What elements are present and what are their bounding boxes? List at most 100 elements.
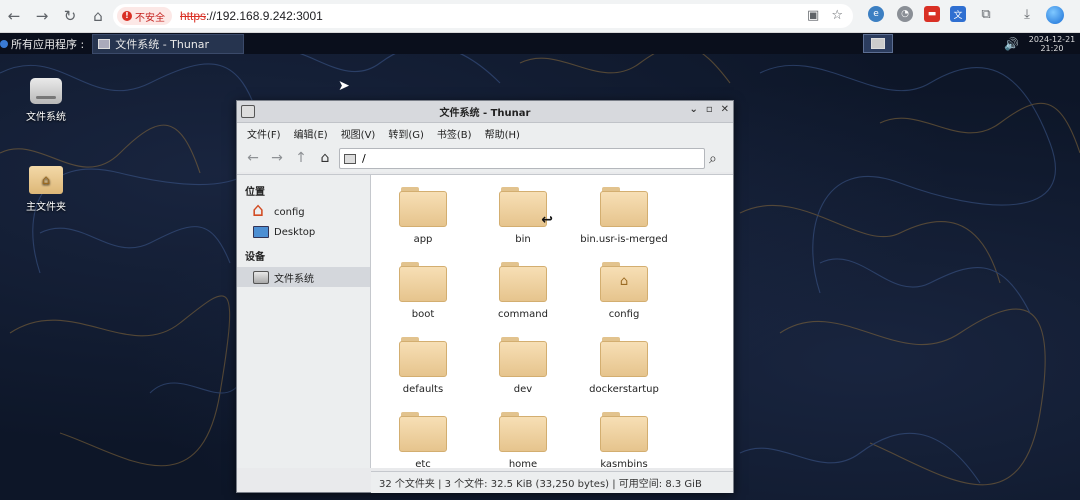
file-item-boot[interactable]: boot <box>373 262 473 320</box>
file-name: defaults <box>402 384 444 395</box>
window-titlebar[interactable]: 文件系统 - Thunar ⌄ ▫ ✕ <box>237 101 733 123</box>
file-item-bin[interactable]: ↩ bin <box>473 187 573 245</box>
home-icon[interactable]: ⌂ <box>84 2 112 30</box>
devices-heading: 设备 <box>245 252 265 263</box>
sidebar-item-label: 文件系统 <box>274 273 314 285</box>
file-name: config <box>608 309 640 320</box>
warning-icon: ! <box>122 11 132 21</box>
menu-logo-icon <box>0 39 8 48</box>
up-arrow-icon[interactable]: ↑ <box>293 150 309 166</box>
file-name: dockerstartup <box>589 384 659 395</box>
folder-icon <box>399 337 447 377</box>
file-view: app ↩ bin bin.usr-is-merged boot command… <box>371 175 733 468</box>
profile-avatar[interactable] <box>1046 6 1064 24</box>
file-item-kasmbins[interactable]: kasmbins <box>574 412 674 468</box>
forward-arrow-icon[interactable]: → <box>269 150 285 166</box>
file-name: command <box>498 309 548 320</box>
extensions-puzzle-icon[interactable]: ⧉ <box>978 6 994 22</box>
clock-date: 2024-12-21 <box>1028 35 1076 44</box>
taskbar: 所有应用程序 : 文件系统 - Thunar 🔊 2024-12-21 21:2… <box>0 33 1080 54</box>
file-item-bin-usr-is-merged[interactable]: bin.usr-is-merged <box>574 187 674 245</box>
folder-icon <box>499 262 547 302</box>
address-bar[interactable]: ! 不安全 https://192.168.9.242:3001 ▣ ☆ <box>113 4 853 28</box>
taskbar-window-title: 文件系统 - Thunar <box>115 37 210 51</box>
home-folder-icon: ⌂ <box>29 166 63 194</box>
taskbar-window-button[interactable]: 文件系统 - Thunar <box>92 33 245 54</box>
desktop-icon-label: 主文件夹 <box>26 202 66 213</box>
close-icon[interactable]: ✕ <box>721 104 729 115</box>
file-name: app <box>413 234 433 245</box>
security-badge[interactable]: ! 不安全 <box>117 7 172 25</box>
file-item-etc[interactable]: etc <box>373 412 473 468</box>
back-arrow-icon[interactable]: ← <box>245 150 261 166</box>
file-item-home[interactable]: home <box>473 412 573 468</box>
volume-icon[interactable]: 🔊 <box>1004 37 1019 51</box>
file-item-config[interactable]: ⌂ config <box>574 262 674 320</box>
home-icon[interactable]: ⌂ <box>317 150 333 166</box>
maximize-icon[interactable]: ▫ <box>706 104 713 115</box>
file-name: etc <box>415 459 431 468</box>
desktop-icon-home[interactable]: ⌂ 主文件夹 <box>16 166 76 213</box>
security-label: 不安全 <box>135 12 165 24</box>
folder-icon <box>600 187 648 227</box>
menu-file[interactable]: 文件(F) <box>247 126 281 141</box>
home-icon <box>252 199 269 221</box>
clock-time: 21:20 <box>1040 44 1064 53</box>
reload-icon[interactable]: ↻ <box>56 2 84 30</box>
desktop-icon-filesystem[interactable]: 文件系统 <box>16 78 76 123</box>
folder-icon <box>600 337 648 377</box>
url-text[interactable]: https://192.168.9.242:3001 <box>180 9 323 23</box>
menu-view[interactable]: 视图(V) <box>341 126 376 141</box>
screenshot-icon[interactable]: ▣ <box>807 8 819 23</box>
menu-help[interactable]: 帮助(H) <box>485 126 520 141</box>
file-item-app[interactable]: app <box>373 187 473 245</box>
folder-icon <box>499 412 547 452</box>
status-bar: 32 个文件夹 | 3 个文件: 32.5 KiB (33,250 bytes)… <box>371 471 733 493</box>
forward-icon[interactable]: → <box>28 2 56 30</box>
home-folder-icon: ⌂ <box>600 262 648 302</box>
folder-icon <box>399 412 447 452</box>
applications-menu[interactable]: 所有应用程序 : <box>0 33 88 54</box>
folder-icon <box>499 337 547 377</box>
file-name: dev <box>513 384 533 395</box>
sidebar-item-label: Desktop <box>274 226 316 238</box>
folder-icon <box>399 262 447 302</box>
extension-red-icon[interactable]: ▬ <box>924 6 940 22</box>
menu-go[interactable]: 转到(G) <box>388 126 424 141</box>
file-name: bin.usr-is-merged <box>580 234 668 245</box>
location-bar[interactable]: / <box>339 148 705 169</box>
extension-badge-icon[interactable]: ◔ <box>897 6 913 22</box>
sidebar-item-desktop[interactable]: Desktop <box>237 222 370 242</box>
folder-link-icon: ↩ <box>499 187 553 228</box>
mouse-pointer-icon: ➤ <box>338 78 350 94</box>
extension-translate-icon[interactable]: 文 <box>950 6 966 22</box>
file-item-defaults[interactable]: defaults <box>373 337 473 395</box>
folder-icon <box>399 187 447 227</box>
minimize-icon[interactable]: ⌄ <box>689 104 697 115</box>
file-item-dockerstartup[interactable]: dockerstartup <box>574 337 674 395</box>
extension-edge-icon[interactable]: e <box>868 6 884 22</box>
file-name: home <box>508 459 538 468</box>
menu-bookmarks[interactable]: 书签(B) <box>437 126 472 141</box>
workspace-switcher[interactable] <box>863 34 893 53</box>
places-heading: 位置 <box>245 187 265 198</box>
sidebar-item-config[interactable]: config <box>237 199 370 222</box>
file-item-command[interactable]: command <box>473 262 573 320</box>
clock[interactable]: 2024-12-21 21:20 <box>1024 35 1080 53</box>
drive-icon <box>253 270 269 284</box>
bookmark-star-icon[interactable]: ☆ <box>831 8 843 23</box>
menu-edit[interactable]: 编辑(E) <box>294 126 328 141</box>
folder-icon <box>600 412 648 452</box>
window-menu-icon[interactable] <box>241 105 255 118</box>
drive-icon <box>344 153 356 164</box>
browser-toolbar: ← → ↻ ⌂ ! 不安全 https://192.168.9.242:3001… <box>0 0 1080 33</box>
file-item-dev[interactable]: dev <box>473 337 573 395</box>
back-icon[interactable]: ← <box>0 2 28 30</box>
thunar-window: 文件系统 - Thunar ⌄ ▫ ✕ 文件(F) 编辑(E) 视图(V) 转到… <box>236 100 734 493</box>
applications-menu-label: 所有应用程序 : <box>11 37 85 51</box>
download-icon[interactable]: ⤓ <box>1019 6 1035 22</box>
file-name: kasmbins <box>600 459 648 468</box>
desktop-icon-label: 文件系统 <box>26 112 66 123</box>
search-icon[interactable]: ⌕ <box>709 151 717 167</box>
sidebar-item-filesystem[interactable]: 文件系统 <box>237 267 370 287</box>
